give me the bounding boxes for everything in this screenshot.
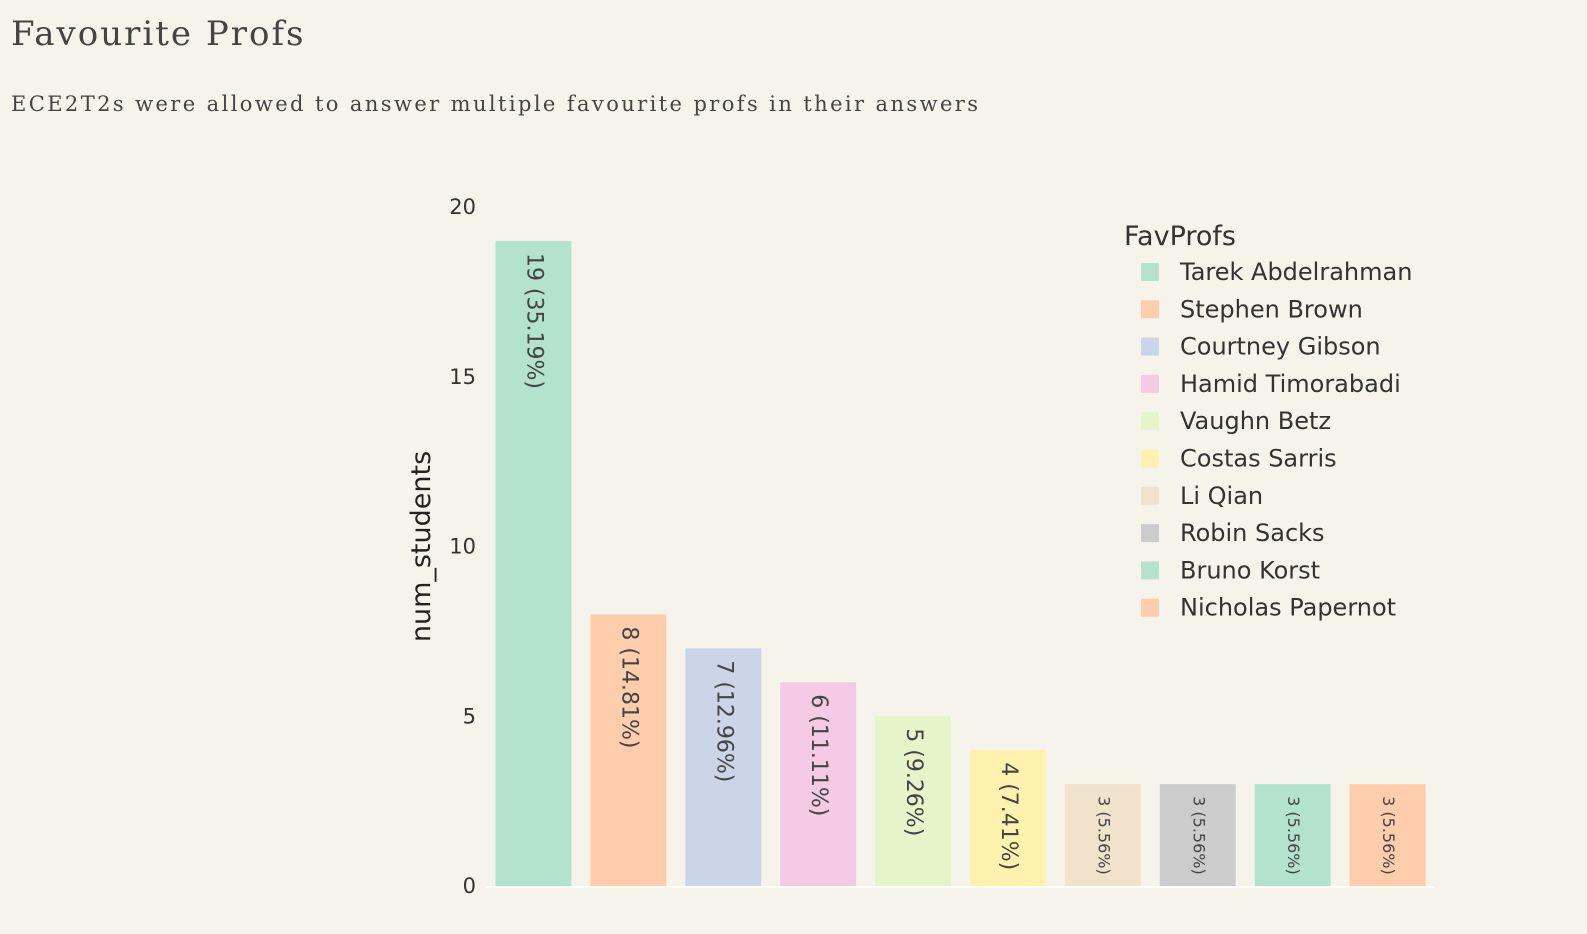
legend-label[interactable]: Hamid Timorabadi — [1180, 370, 1401, 398]
bar-data-label: 6 (11.11%) — [806, 694, 831, 816]
bar-data-label: 3 (5.56%) — [1094, 796, 1113, 875]
legend-swatch[interactable] — [1141, 412, 1159, 431]
y-tick-label: 5 — [463, 704, 476, 728]
legend-label[interactable]: Nicholas Papernot — [1180, 594, 1396, 622]
bar-data-label: 19 (35.19%) — [521, 253, 546, 389]
legend-swatch[interactable] — [1141, 598, 1159, 617]
y-axis-title: num_students — [406, 451, 437, 642]
legend-items: Tarek Abdelrahman Stephen Brown Courtney G… — [1141, 258, 1412, 622]
y-axis: 0 5 10 15 20 — [449, 195, 476, 898]
legend-swatch[interactable] — [1141, 300, 1159, 319]
bar-data-label: 7 (12.96%) — [711, 660, 736, 782]
legend-label[interactable]: Stephen Brown — [1180, 295, 1363, 323]
legend-swatch[interactable] — [1141, 524, 1159, 543]
legend-label[interactable]: Tarek Abdelrahman — [1179, 258, 1412, 286]
legend-swatch[interactable] — [1141, 561, 1159, 580]
bar-data-label: 3 (5.56%) — [1284, 796, 1303, 875]
legend-swatch[interactable] — [1141, 486, 1159, 505]
bar-data-label: 5 (9.26%) — [901, 728, 926, 836]
bar-data-label: 4 (7.41%) — [996, 762, 1021, 870]
legend-label[interactable]: Costas Sarris — [1180, 445, 1337, 473]
y-tick-label: 10 — [449, 535, 476, 559]
legend-title: FavProfs — [1124, 221, 1236, 252]
legend-label[interactable]: Vaughn Betz — [1180, 407, 1331, 435]
y-tick-label: 0 — [463, 874, 476, 898]
legend-swatch[interactable] — [1141, 374, 1159, 393]
legend-swatch[interactable] — [1141, 337, 1159, 356]
legend: FavProfs Tarek Abdelrahman Stephen Brown C… — [1124, 221, 1412, 622]
legend-label[interactable]: Robin Sacks — [1180, 519, 1325, 547]
bar-data-label: 8 (14.81%) — [616, 626, 641, 748]
bar-data-label: 3 (5.56%) — [1379, 796, 1398, 875]
bar-data-label: 3 (5.56%) — [1189, 796, 1208, 875]
y-tick-label: 20 — [449, 195, 476, 219]
legend-swatch[interactable] — [1141, 449, 1159, 468]
bar-chart: 0 5 10 15 20 num_students 19 (35.19%) 8 (14.8… — [406, 195, 1435, 898]
legend-label[interactable]: Li Qian — [1180, 482, 1263, 510]
legend-label[interactable]: Courtney Gibson — [1180, 333, 1381, 361]
legend-swatch[interactable] — [1141, 263, 1159, 281]
legend-label[interactable]: Bruno Korst — [1180, 556, 1320, 584]
y-tick-label: 15 — [449, 365, 476, 389]
